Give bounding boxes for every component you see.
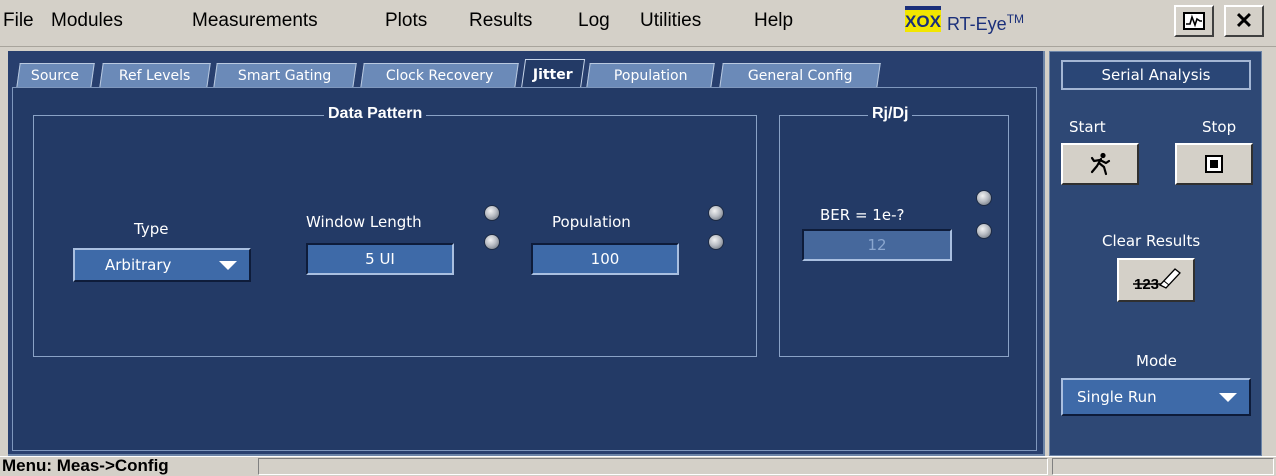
menu-file[interactable]: File [3,10,34,32]
tab-strip: Source Ref Levels Smart Gating Clock Rec… [16,59,1038,89]
close-icon: ✕ [1234,8,1254,33]
stop-label: Stop [1202,118,1237,136]
brand-name: RT-EyeTM [947,12,1025,34]
serial-analysis-panel: Serial Analysis Start Stop Clear Results… [1049,51,1262,456]
mode-value: Single Run [1077,388,1157,406]
rjdj-title: Rj/Dj [868,105,913,123]
type-value: Arbitrary [105,256,172,274]
menu-plots[interactable]: Plots [385,10,427,32]
population-label: Population [552,213,631,231]
ber-fine-knob-icon[interactable] [976,223,992,239]
waveform-restore-icon [1183,12,1205,30]
chevron-down-icon [219,261,237,270]
jitter-tab-content: Data Pattern Type Arbitrary Window Lengt… [12,87,1037,451]
tab-source[interactable]: Source [16,63,95,88]
status-bar: Menu: Meas->Config [0,456,1276,475]
menu-utilities[interactable]: Utilities [640,10,701,32]
data-pattern-group: Data Pattern Type Arbitrary Window Lengt… [33,105,757,357]
tab-clock-recovery[interactable]: Clock Recovery [360,63,519,88]
window-length-coarse-knob-icon[interactable] [484,205,500,221]
clear-results-label: Clear Results [1102,232,1201,250]
clear-results-button[interactable]: 123 [1117,258,1195,302]
status-text: Menu: Meas->Config [2,456,169,475]
window-length-fine-knob-icon[interactable] [484,234,500,250]
status-panel-right [1052,458,1274,475]
status-panel-main [258,458,1048,475]
close-button[interactable]: ✕ [1224,5,1264,37]
brand-logo-text: XOX [905,12,941,31]
ber-label: BER = 1e-? [820,206,905,224]
tab-jitter[interactable]: Jitter [520,59,586,89]
restore-button[interactable] [1174,5,1214,37]
tab-population[interactable]: Population [586,63,715,88]
tab-smart-gating[interactable]: Smart Gating [213,63,357,88]
window-length-label: Window Length [306,213,422,231]
type-label: Type [134,220,169,238]
menu-bar: File Modules Measurements Plots Results … [0,0,1276,47]
ber-field: 12 [802,229,952,261]
menu-help[interactable]: Help [754,10,793,32]
menu-modules[interactable]: Modules [51,10,123,32]
mode-dropdown[interactable]: Single Run [1061,378,1251,416]
start-button[interactable] [1061,143,1139,185]
mode-label: Mode [1136,352,1177,370]
population-field[interactable]: 100 [531,243,679,275]
data-pattern-title: Data Pattern [324,105,427,123]
window-length-field[interactable]: 5 UI [306,243,454,275]
menu-log[interactable]: Log [578,10,610,32]
population-fine-knob-icon[interactable] [708,234,724,250]
brand-logo: XOX [905,6,941,32]
main-panel: Source Ref Levels Smart Gating Clock Rec… [8,51,1045,456]
population-coarse-knob-icon[interactable] [708,205,724,221]
eraser-123-icon: 123 [1133,268,1181,293]
chevron-down-icon [1219,393,1237,402]
rjdj-group: Rj/Dj BER = 1e-? 12 [779,105,1009,357]
menu-measurements[interactable]: Measurements [192,10,318,32]
stop-button[interactable] [1175,143,1253,185]
ber-coarse-knob-icon[interactable] [976,190,992,206]
tab-ref-levels[interactable]: Ref Levels [99,63,211,88]
menu-results[interactable]: Results [469,10,532,32]
serial-analysis-title: Serial Analysis [1061,60,1251,90]
start-label: Start [1069,118,1106,136]
running-man-icon [1090,152,1111,176]
stop-icon [1205,155,1223,173]
type-dropdown[interactable]: Arbitrary [73,248,251,282]
tab-general-config[interactable]: General Config [719,63,881,88]
